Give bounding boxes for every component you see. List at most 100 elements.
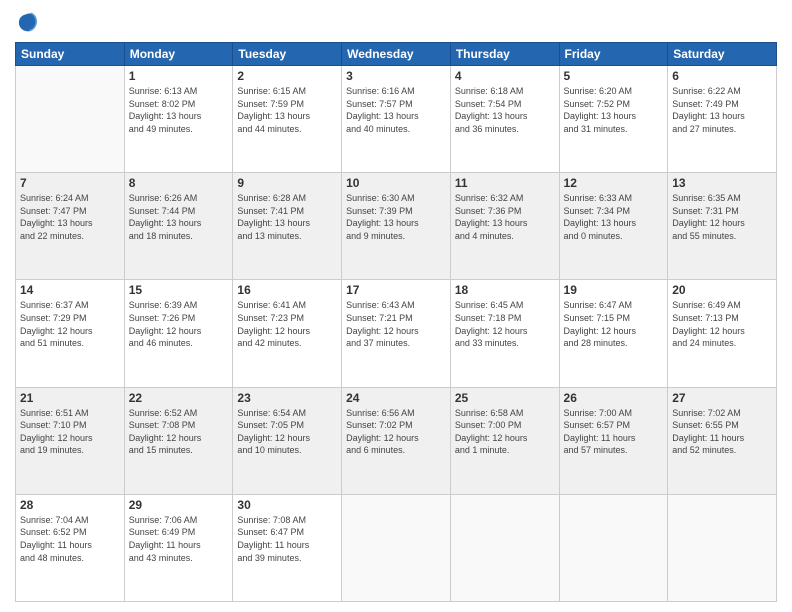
- calendar-cell: [342, 494, 451, 601]
- day-info: Sunrise: 6:39 AM Sunset: 7:26 PM Dayligh…: [129, 299, 229, 349]
- calendar-cell: 25 Sunrise: 6:58 AM Sunset: 7:00 PM Dayli…: [450, 387, 559, 494]
- calendar-cell: 4 Sunrise: 6:18 AM Sunset: 7:54 PM Daylig…: [450, 66, 559, 173]
- day-info: Sunrise: 7:00 AM Sunset: 6:57 PM Dayligh…: [564, 407, 664, 457]
- day-number: 17: [346, 283, 446, 297]
- day-number: 21: [20, 391, 120, 405]
- day-number: 10: [346, 176, 446, 190]
- calendar-cell: [668, 494, 777, 601]
- calendar-cell: 21 Sunrise: 6:51 AM Sunset: 7:10 PM Dayli…: [16, 387, 125, 494]
- day-info: Sunrise: 6:13 AM Sunset: 8:02 PM Dayligh…: [129, 85, 229, 135]
- calendar-week-row: 14 Sunrise: 6:37 AM Sunset: 7:29 PM Dayli…: [16, 280, 777, 387]
- calendar-cell: 16 Sunrise: 6:41 AM Sunset: 7:23 PM Dayli…: [233, 280, 342, 387]
- day-number: 8: [129, 176, 229, 190]
- day-number: 29: [129, 498, 229, 512]
- calendar-cell: 29Sunrise: 7:06 AM Sunset: 6:49 PM Dayli…: [124, 494, 233, 601]
- day-info: Sunrise: 7:08 AM Sunset: 6:47 PM Dayligh…: [237, 514, 337, 564]
- calendar-cell: 30 Sunrise: 7:08 AM Sunset: 6:47 PM Dayli…: [233, 494, 342, 601]
- calendar-cell: 6 Sunrise: 6:22 AM Sunset: 7:49 PM Daylig…: [668, 66, 777, 173]
- day-info: Sunrise: 6:24 AM Sunset: 7:47 PM Dayligh…: [20, 192, 120, 242]
- calendar-week-row: 28 Sunrise: 7:04 AM Sunset: 6:52 PM Dayli…: [16, 494, 777, 601]
- day-number: 4: [455, 69, 555, 83]
- day-info: Sunrise: 6:41 AM Sunset: 7:23 PM Dayligh…: [237, 299, 337, 349]
- day-number: 15: [129, 283, 229, 297]
- day-info: Sunrise: 6:22 AM Sunset: 7:49 PM Dayligh…: [672, 85, 772, 135]
- day-number: 26: [564, 391, 664, 405]
- day-info: Sunrise: 6:49 AM Sunset: 7:13 PM Dayligh…: [672, 299, 772, 349]
- day-info: Sunrise: 6:45 AM Sunset: 7:18 PM Dayligh…: [455, 299, 555, 349]
- calendar: SundayMondayTuesdayWednesdayThursdayFrid…: [15, 42, 777, 602]
- day-number: 27: [672, 391, 772, 405]
- day-info: Sunrise: 6:15 AM Sunset: 7:59 PM Dayligh…: [237, 85, 337, 135]
- day-info: Sunrise: 6:20 AM Sunset: 7:52 PM Dayligh…: [564, 85, 664, 135]
- day-info: Sunrise: 7:04 AM Sunset: 6:52 PM Dayligh…: [20, 514, 120, 564]
- calendar-cell: 3 Sunrise: 6:16 AM Sunset: 7:57 PM Daylig…: [342, 66, 451, 173]
- day-number: 28: [20, 498, 120, 512]
- day-info: Sunrise: 6:33 AM Sunset: 7:34 PM Dayligh…: [564, 192, 664, 242]
- day-number: 14: [20, 283, 120, 297]
- day-number: 16: [237, 283, 337, 297]
- calendar-cell: 19 Sunrise: 6:47 AM Sunset: 7:15 PM Dayli…: [559, 280, 668, 387]
- day-info: Sunrise: 6:37 AM Sunset: 7:29 PM Dayligh…: [20, 299, 120, 349]
- weekday-header: Monday: [124, 43, 233, 66]
- weekday-header: Saturday: [668, 43, 777, 66]
- day-number: 13: [672, 176, 772, 190]
- calendar-cell: 14 Sunrise: 6:37 AM Sunset: 7:29 PM Dayli…: [16, 280, 125, 387]
- day-info: Sunrise: 6:35 AM Sunset: 7:31 PM Dayligh…: [672, 192, 772, 242]
- calendar-cell: 12 Sunrise: 6:33 AM Sunset: 7:34 PM Dayli…: [559, 173, 668, 280]
- calendar-cell: 1 Sunrise: 6:13 AM Sunset: 8:02 PM Daylig…: [124, 66, 233, 173]
- calendar-cell: [559, 494, 668, 601]
- day-number: 25: [455, 391, 555, 405]
- day-number: 12: [564, 176, 664, 190]
- calendar-cell: 20 Sunrise: 6:49 AM Sunset: 7:13 PM Dayli…: [668, 280, 777, 387]
- day-number: 20: [672, 283, 772, 297]
- day-number: 19: [564, 283, 664, 297]
- day-info: Sunrise: 7:02 AM Sunset: 6:55 PM Dayligh…: [672, 407, 772, 457]
- day-number: 23: [237, 391, 337, 405]
- calendar-cell: 28 Sunrise: 7:04 AM Sunset: 6:52 PM Dayli…: [16, 494, 125, 601]
- header: [15, 10, 777, 34]
- day-number: 9: [237, 176, 337, 190]
- day-info: Sunrise: 6:26 AM Sunset: 7:44 PM Dayligh…: [129, 192, 229, 242]
- calendar-week-row: 1 Sunrise: 6:13 AM Sunset: 8:02 PM Daylig…: [16, 66, 777, 173]
- calendar-cell: 10 Sunrise: 6:30 AM Sunset: 7:39 PM Dayli…: [342, 173, 451, 280]
- day-number: 5: [564, 69, 664, 83]
- day-number: 6: [672, 69, 772, 83]
- day-info: Sunrise: 6:58 AM Sunset: 7:00 PM Dayligh…: [455, 407, 555, 457]
- day-number: 7: [20, 176, 120, 190]
- calendar-cell: 7 Sunrise: 6:24 AM Sunset: 7:47 PM Daylig…: [16, 173, 125, 280]
- page: SundayMondayTuesdayWednesdayThursdayFrid…: [0, 0, 792, 612]
- day-number: 11: [455, 176, 555, 190]
- calendar-cell: 24Sunrise: 6:56 AM Sunset: 7:02 PM Dayli…: [342, 387, 451, 494]
- day-info: Sunrise: 6:30 AM Sunset: 7:39 PM Dayligh…: [346, 192, 446, 242]
- day-number: 2: [237, 69, 337, 83]
- day-number: 18: [455, 283, 555, 297]
- weekday-header: Wednesday: [342, 43, 451, 66]
- day-number: 3: [346, 69, 446, 83]
- weekday-header: Sunday: [16, 43, 125, 66]
- calendar-cell: 23 Sunrise: 6:54 AM Sunset: 7:05 PM Dayli…: [233, 387, 342, 494]
- calendar-cell: 11 Sunrise: 6:32 AM Sunset: 7:36 PM Dayli…: [450, 173, 559, 280]
- calendar-week-row: 21 Sunrise: 6:51 AM Sunset: 7:10 PM Dayli…: [16, 387, 777, 494]
- calendar-cell: 17Sunrise: 6:43 AM Sunset: 7:21 PM Dayli…: [342, 280, 451, 387]
- logo: [15, 10, 43, 34]
- calendar-cell: 15 Sunrise: 6:39 AM Sunset: 7:26 PM Dayli…: [124, 280, 233, 387]
- calendar-cell: 2 Sunrise: 6:15 AM Sunset: 7:59 PM Daylig…: [233, 66, 342, 173]
- calendar-week-row: 7 Sunrise: 6:24 AM Sunset: 7:47 PM Daylig…: [16, 173, 777, 280]
- calendar-header-row: SundayMondayTuesdayWednesdayThursdayFrid…: [16, 43, 777, 66]
- weekday-header: Thursday: [450, 43, 559, 66]
- calendar-cell: 27 Sunrise: 7:02 AM Sunset: 6:55 PM Dayli…: [668, 387, 777, 494]
- day-info: Sunrise: 6:28 AM Sunset: 7:41 PM Dayligh…: [237, 192, 337, 242]
- day-number: 30: [237, 498, 337, 512]
- day-number: 1: [129, 69, 229, 83]
- weekday-header: Tuesday: [233, 43, 342, 66]
- day-info: Sunrise: 6:32 AM Sunset: 7:36 PM Dayligh…: [455, 192, 555, 242]
- day-number: 24: [346, 391, 446, 405]
- calendar-cell: 9 Sunrise: 6:28 AM Sunset: 7:41 PM Daylig…: [233, 173, 342, 280]
- day-info: Sunrise: 6:18 AM Sunset: 7:54 PM Dayligh…: [455, 85, 555, 135]
- day-info: Sunrise: 6:51 AM Sunset: 7:10 PM Dayligh…: [20, 407, 120, 457]
- day-info: Sunrise: 6:16 AM Sunset: 7:57 PM Dayligh…: [346, 85, 446, 135]
- day-info: Sunrise: 6:54 AM Sunset: 7:05 PM Dayligh…: [237, 407, 337, 457]
- calendar-cell: [16, 66, 125, 173]
- day-info: Sunrise: 6:47 AM Sunset: 7:15 PM Dayligh…: [564, 299, 664, 349]
- weekday-header: Friday: [559, 43, 668, 66]
